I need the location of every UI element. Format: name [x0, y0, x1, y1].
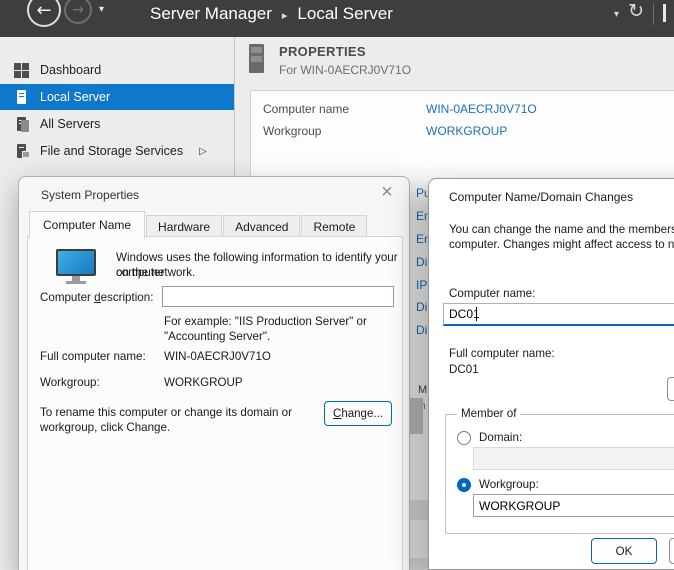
sidebar-item-label: Dashboard: [40, 63, 101, 77]
sidebar-item-file-storage-services[interactable]: File and Storage Services ▷: [0, 138, 234, 164]
domain-radio[interactable]: [457, 431, 471, 445]
forward-button[interactable]: →: [64, 0, 92, 24]
dialog-description: You can change the name and the membersh…: [449, 223, 674, 236]
server-manager-window: ← → ▾ Server Manager ▸ Local Server ▾ ↻ …: [0, 0, 674, 570]
tab-strip: Computer Name Hardware Advanced Remote: [29, 211, 368, 239]
nav-history-caret-icon[interactable]: ▾: [99, 4, 104, 15]
breadcrumb-separator-icon: ▸: [282, 9, 288, 22]
system-properties-dialog: System Properties × Computer Name Hardwa…: [18, 176, 410, 570]
notifications-flag-icon[interactable]: [663, 4, 666, 22]
clipped-value: IP: [416, 278, 427, 292]
workgroup-input[interactable]: [473, 494, 674, 517]
properties-subtitle: For WIN-0AECRJ0V71O: [279, 63, 411, 77]
intro-text: on the network.: [116, 265, 195, 280]
dialog-title: Computer Name/Domain Changes: [449, 190, 633, 204]
refresh-icon[interactable]: ↻: [628, 0, 644, 22]
property-label: Computer name: [263, 102, 349, 116]
sidebar-item-local-server[interactable]: Local Server: [0, 84, 234, 110]
computer-name-input[interactable]: [443, 303, 674, 326]
computer-name-tab-page: Windows uses the following information t…: [27, 236, 403, 570]
computer-name-label: Computer name:: [449, 287, 535, 300]
domain-radio-label: Domain:: [479, 431, 522, 444]
full-computer-name-label: Full computer name:: [449, 347, 555, 360]
servers-dropdown-caret-icon[interactable]: ▾: [614, 9, 619, 20]
cancel-button[interactable]: [669, 538, 674, 564]
sidebar-item-label: All Servers: [40, 117, 100, 131]
dashboard-icon: [14, 62, 30, 78]
workgroup-label: Workgroup:: [40, 375, 100, 390]
clipped-value: Di: [416, 323, 427, 337]
server-icon: [14, 89, 30, 105]
close-icon[interactable]: ×: [375, 181, 399, 204]
breadcrumb-current[interactable]: Local Server: [297, 4, 392, 24]
computer-description-label: Computer description:: [40, 290, 153, 305]
ok-button[interactable]: OK: [591, 538, 657, 564]
text-cursor: [476, 307, 477, 321]
domain-input[interactable]: [473, 447, 674, 470]
property-label: Workgroup: [263, 124, 321, 138]
computer-description-input[interactable]: [162, 286, 394, 307]
forward-icon: →: [72, 2, 84, 18]
computer-name-link[interactable]: WIN-0AECRJ0V71O: [426, 102, 537, 116]
clipped-text: M: [418, 384, 427, 396]
example-text: For example: "IIS Production Server" or: [164, 314, 367, 329]
change-button[interactable]: Change...: [324, 401, 392, 426]
clipped-value: Di: [416, 300, 427, 314]
example-text: "Accounting Server".: [164, 329, 270, 344]
rename-hint-text: workgroup, click Change.: [40, 420, 170, 435]
full-computer-name-value: DC01: [449, 363, 479, 376]
monitor-icon: [56, 249, 96, 284]
sidebar-item-label: File and Storage Services: [40, 144, 183, 158]
back-button[interactable]: ←: [27, 0, 61, 27]
titlebar: ← → ▾ Server Manager ▸ Local Server ▾ ↻: [0, 0, 674, 37]
workgroup-radio-label: Workgroup:: [479, 478, 539, 491]
background-scrollbar-thumb[interactable]: [410, 398, 423, 434]
breadcrumb-root[interactable]: Server Manager: [150, 4, 272, 24]
dialog-title: System Properties: [41, 188, 139, 202]
button-label: hange...: [341, 408, 383, 420]
chevron-right-icon[interactable]: ▷: [199, 146, 207, 157]
titlebar-separator: [653, 3, 654, 25]
sidebar-item-dashboard[interactable]: Dashboard: [0, 57, 234, 83]
properties-server-icon: [249, 44, 264, 73]
domain-changes-dialog: Computer Name/Domain Changes You can cha…: [428, 178, 674, 570]
more-button[interactable]: [667, 377, 674, 401]
workgroup-link[interactable]: WORKGROUP: [426, 124, 507, 138]
breadcrumb: Server Manager ▸ Local Server: [150, 4, 393, 24]
workgroup-radio[interactable]: [457, 478, 471, 492]
titlebar-actions: ▾ ↻: [614, 0, 666, 37]
full-computer-name-label: Full computer name:: [40, 349, 146, 364]
back-icon: ←: [36, 0, 51, 21]
full-computer-name-value: WIN-0AECRJ0V71O: [164, 349, 271, 364]
workgroup-value: WORKGROUP: [164, 375, 243, 390]
rename-hint-text: To rename this computer or change its do…: [40, 405, 292, 420]
tab-computer-name[interactable]: Computer Name: [29, 211, 145, 239]
label-part: Computer: [40, 291, 94, 304]
sidebar-item-label: Local Server: [40, 90, 110, 104]
servers-stack-icon: [14, 116, 30, 132]
clipped-value: Di: [416, 255, 427, 269]
properties-title: PROPERTIES: [279, 44, 366, 59]
dialog-description: computer. Changes might affect access to…: [449, 238, 674, 251]
sidebar-item-all-servers[interactable]: All Servers: [0, 111, 234, 137]
member-of-label: Member of: [457, 407, 520, 420]
label-part: escription:: [101, 291, 154, 304]
file-storage-icon: [14, 143, 30, 159]
